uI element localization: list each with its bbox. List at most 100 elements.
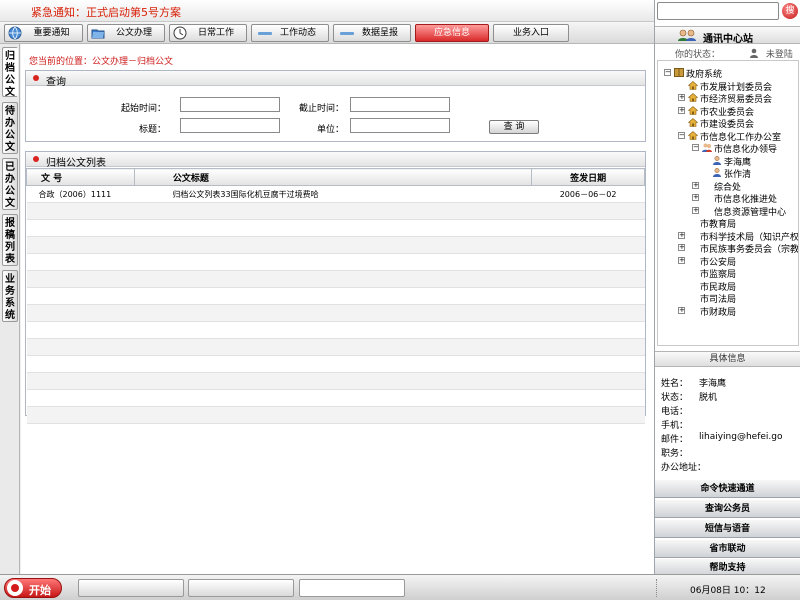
tab-document-handling[interactable]: 公文办理 [87,24,165,42]
tab-emergency-info[interactable]: 应急信息 [415,24,489,42]
row-subject [134,406,532,424]
row-date [531,355,645,373]
detail-value: lihaiying@hefei.go [699,432,783,442]
col-date-header[interactable]: 签发日期 [531,168,645,186]
row-subject [134,287,532,305]
table-row [26,219,645,237]
start-time-input[interactable] [180,97,280,112]
bar-icon [340,32,354,35]
top-banner: 紧急通知：正式启动第5号方案 [0,0,654,22]
query-button[interactable]: 查 询 [489,120,539,134]
tab-data-report[interactable]: 数据呈报 [333,24,411,42]
row-number [26,236,135,254]
tab-important-notice[interactable]: 重要通知 [4,24,83,42]
table-row [26,389,645,407]
expand-icon[interactable]: + [692,181,699,189]
house-icon [688,118,698,127]
tab-business-entry[interactable]: 业务入口 [493,24,569,42]
row-number [26,304,135,322]
detail-label: 状态： [661,393,689,403]
tree-node-label: 市发展计划委员会 [700,82,773,93]
row-date [531,406,645,424]
province-city-link-button[interactable]: 省市联动 [655,539,800,558]
task-slot-active[interactable] [299,579,405,597]
task-slot[interactable] [78,579,184,597]
vtab-business[interactable]: 业务系统 [2,270,18,322]
expand-icon[interactable]: + [678,106,685,114]
tab-work-news[interactable]: 工作动态 [251,24,329,42]
row-subject [134,219,532,237]
detail-label: 职务： [661,449,689,459]
tree-node-label: 市司法局 [700,295,737,305]
expand-icon[interactable]: + [692,206,699,214]
folder-icon [91,29,105,39]
tab-daily-work[interactable]: 日常工作 [169,24,247,42]
tree-node-label: 市民政局 [700,282,737,293]
end-time-label: 截止时间： [298,104,344,114]
expand-icon[interactable]: + [678,256,685,264]
row-subject [134,304,532,322]
expand-icon[interactable]: + [678,231,685,239]
vtab-label: 归档公文 [5,51,15,98]
table-row[interactable]: 合政（2006）1111 归档公文列表33国际化机豆腐干过境费哈 2006－06－0… [26,185,645,203]
tree-node-label: 政府系统 [686,70,723,80]
collapse-icon[interactable]: − [692,144,699,151]
book-icon [674,68,684,77]
unit-input[interactable] [350,118,450,133]
tree-node-label: 市建设委员会 [700,120,755,130]
sms-voice-button[interactable]: 短信与语音 [655,519,800,538]
tab-label: 日常工作 [197,28,234,38]
bullet-icon [33,75,39,81]
row-number [26,406,135,424]
user-status[interactable]: 未登陆 [749,47,793,60]
table-row [26,287,645,305]
detail-label: 姓名： [661,379,689,389]
vtab-pending[interactable]: 待办公文 [2,102,18,154]
vtab-label: 业务系统 [5,274,15,321]
table-row [26,321,645,339]
urgent-notice[interactable]: 紧急通知：正式启动第5号方案 [31,4,181,20]
vtab-done[interactable]: 已办公文 [2,158,18,210]
tab-label: 工作动态 [279,28,316,38]
start-button[interactable]: 开始 [4,578,62,598]
command-channel-button[interactable]: 命令快速通道 [655,479,800,498]
civil-servant-query-button[interactable]: 查询公务员 [655,499,800,518]
clock-icon [173,26,187,40]
clock: 06月08日 10：12 [690,586,766,596]
expand-icon[interactable]: + [678,244,685,251]
task-slot[interactable] [188,579,294,597]
expand-icon[interactable]: + [678,306,685,314]
col-number-header[interactable]: 文 号 [26,168,135,186]
sidebar-search-input[interactable] [657,2,779,20]
vtab-draft-list[interactable]: 报稿列表 [2,214,18,266]
table-row [26,304,645,322]
person-icon [713,155,721,165]
user-status-row: 你的状态： 未登陆 [675,47,793,60]
col-subject-header[interactable]: 公文标题 [133,168,533,186]
collapse-icon[interactable]: − [664,69,671,76]
row-date [531,304,645,322]
archive-panel-header: 归档公文列表 [26,152,645,169]
tree-node-label: 张作清 [724,170,752,180]
row-date [531,338,645,356]
expand-icon[interactable]: + [678,94,685,101]
expand-icon[interactable]: + [692,194,699,201]
row-subject [134,372,532,390]
row-number: 合政（2006）1111 [26,185,135,203]
vtab-archived[interactable]: 归档公文 [2,47,18,98]
detail-label: 电话： [661,407,689,417]
collapse-icon[interactable]: − [678,131,685,139]
row-subject [134,236,532,254]
detail-value: 脱机 [699,393,718,403]
tree-node-label: 市财政局 [700,307,737,318]
row-date [531,219,645,237]
tab-label: 业务入口 [512,28,549,38]
end-time-input[interactable] [350,97,450,112]
row-number [26,219,135,237]
tree-node-label: 市经济贸易委员会 [700,95,773,105]
row-number [26,270,135,288]
people-icon [678,29,696,41]
person-icon [713,168,721,177]
sidebar-search-button[interactable]: 搜 [782,3,798,19]
subject-input[interactable] [180,118,280,133]
